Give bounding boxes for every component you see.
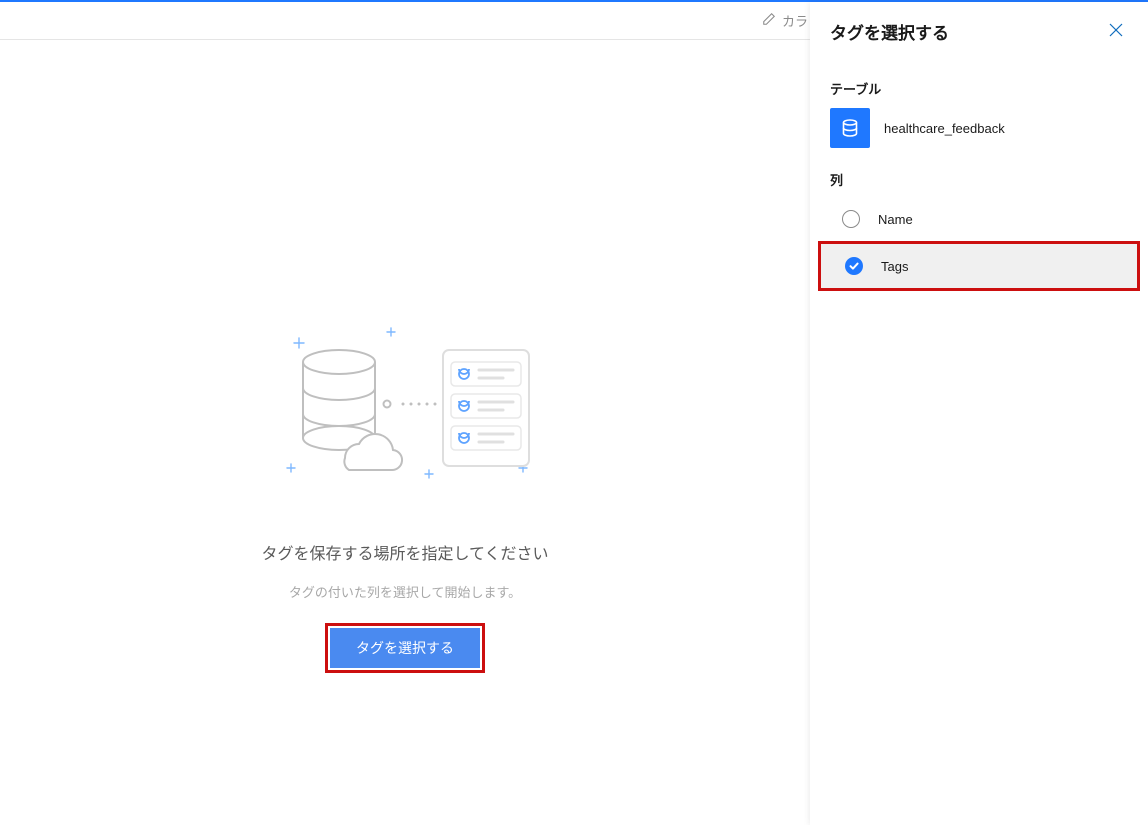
database-icon [830,108,870,148]
side-panel: タグを選択する テーブル healthcare_feedback 列 [810,2,1148,825]
table-name: healthcare_feedback [884,121,1005,136]
empty-state-subtitle: タグの付いた列を選択して開始します。 [289,582,521,601]
pencil-icon [762,12,776,29]
table-row[interactable]: healthcare_feedback [810,106,1148,150]
column-name-label: Name [878,212,913,227]
panel-title: タグを選択する [830,19,949,44]
column-row-tags-highlight: Tags [818,241,1140,291]
edit-link[interactable]: カラ [762,11,808,30]
empty-state-title: タグを保存する場所を指定してください [261,540,548,564]
column-row-tags[interactable]: Tags [821,244,1137,288]
radio-checked-icon [845,257,863,275]
panel-header: タグを選択する [810,2,1148,57]
empty-state-illustration [255,320,555,500]
close-icon [1108,26,1124,41]
select-tag-button-highlight: タグを選択する [325,623,485,673]
close-button[interactable] [1104,18,1128,45]
radio-unchecked-icon [842,210,860,228]
select-tag-button[interactable]: タグを選択する [330,628,480,668]
panel-body: テーブル healthcare_feedback 列 Name [810,57,1148,291]
column-name-label: Tags [881,259,908,274]
main-content: タグを保存する場所を指定してください タグの付いた列を選択して開始します。 タグ… [0,40,810,825]
section-label-table: テーブル [810,71,1148,106]
column-row-name[interactable]: Name [810,197,1148,241]
edit-link-label: カラ [782,11,808,30]
section-label-column: 列 [810,150,1148,197]
